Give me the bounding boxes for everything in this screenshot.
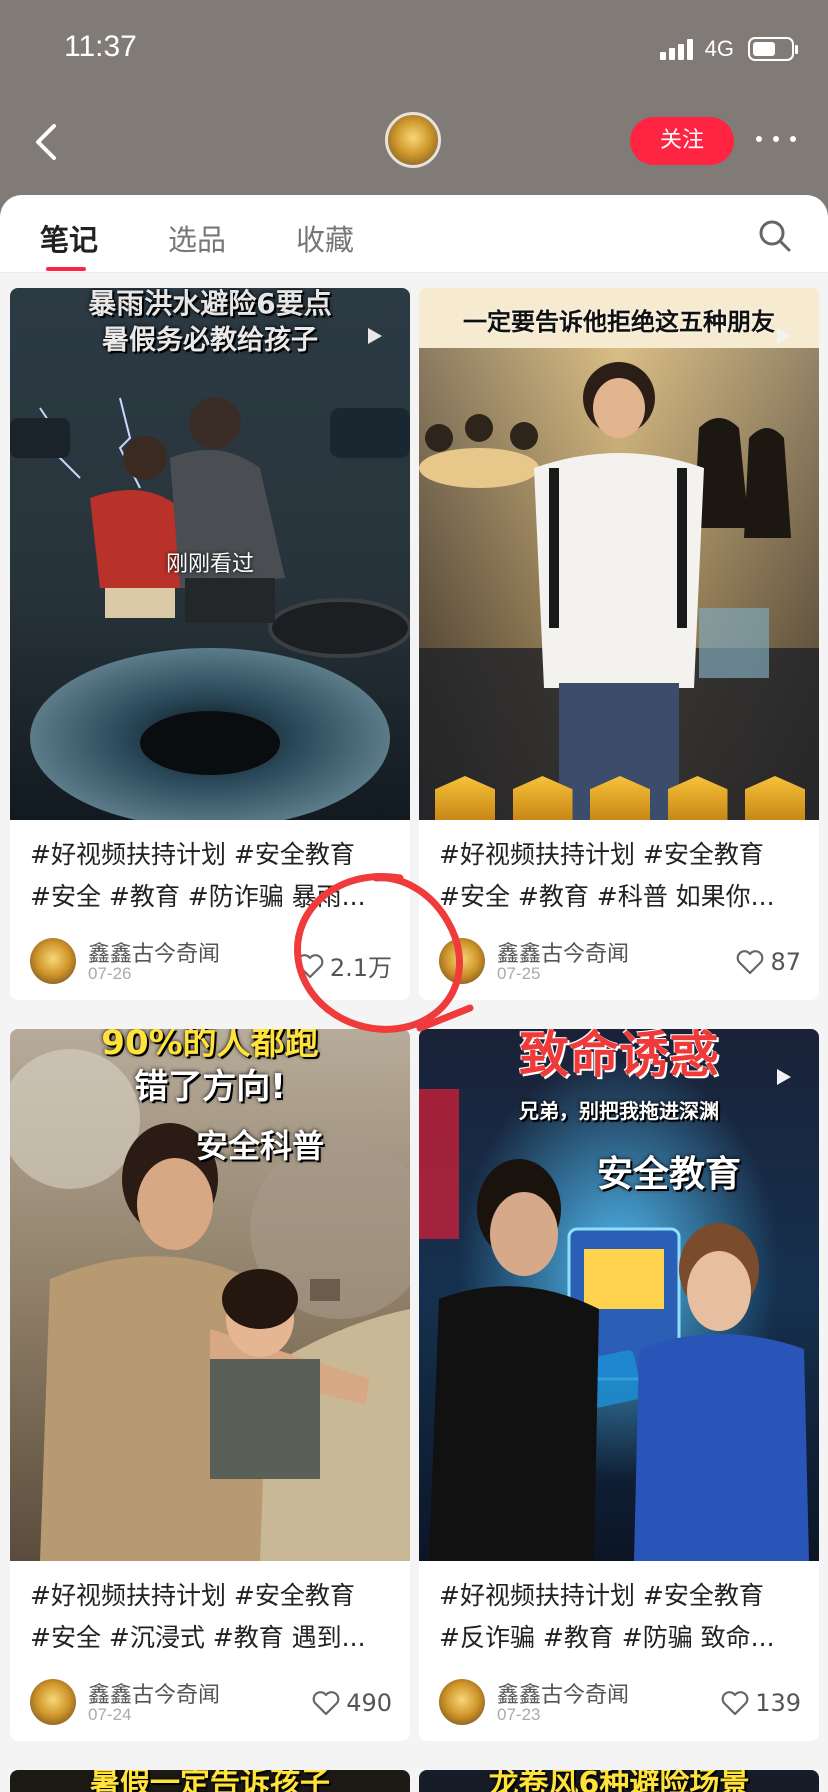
warning-sign-icon xyxy=(512,776,573,820)
battery-icon xyxy=(748,37,798,61)
status-indicators: 4G xyxy=(659,36,798,62)
note-title-line: #好视频扶持计划 #安全教育 xyxy=(30,840,355,869)
like-button[interactable]: 139 xyxy=(721,1689,801,1717)
active-tab-indicator xyxy=(46,267,86,271)
note-title[interactable]: #好视频扶持计划 #安全教育 #安全 #沉浸式 #教育 遇到... xyxy=(10,1561,410,1671)
note-card[interactable]: 龙卷风6种避险场景 xyxy=(419,1770,819,1792)
author-avatar[interactable] xyxy=(30,938,76,984)
search-icon xyxy=(759,220,791,252)
note-title-line: #好视频扶持计划 #安全教育 xyxy=(30,1581,355,1610)
follow-button[interactable]: 关注 xyxy=(630,117,734,165)
cover-subtitle: 暑假务必教给孩子 xyxy=(102,325,318,356)
note-meta: 鑫鑫古今奇闻 07-26 2.1万 xyxy=(10,930,410,1000)
note-card[interactable]: 暑假一定告诉孩子 xyxy=(10,1770,410,1792)
warning-sign-icon xyxy=(590,776,650,820)
note-meta: 鑫鑫古今奇闻 07-24 490 xyxy=(10,1671,410,1741)
back-button[interactable] xyxy=(28,120,68,164)
note-title-line: #安全 #教育 #防诈骗 暴雨... xyxy=(30,882,366,911)
like-button[interactable]: 490 xyxy=(312,1689,392,1717)
like-count: 2.1万 xyxy=(329,954,392,982)
note-card[interactable]: 一定要告诉他拒绝这五种朋友 #好视频扶持计划 #安全教育 #安全 #教育 #科普… xyxy=(419,288,819,1000)
note-cover[interactable]: 暴雨洪水避险6要点 暑假务必教给孩子 刚刚看过 xyxy=(10,288,410,820)
warning-signs-row xyxy=(435,776,805,820)
note-title[interactable]: #好视频扶持计划 #安全教育 #反诈骗 #教育 #防骗 致命... xyxy=(419,1561,819,1671)
note-title[interactable]: #好视频扶持计划 #安全教育 #安全 #教育 #科普 如果你... xyxy=(419,820,819,930)
more-options-icon[interactable] xyxy=(756,136,796,146)
status-time: 11:37 xyxy=(64,30,137,63)
note-cover[interactable]: 90%的人都跑 错了方向! 安全科普 xyxy=(10,1029,410,1561)
note-title-line: #好视频扶持计划 #安全教育 xyxy=(439,1581,764,1610)
corridor-scene-image xyxy=(419,288,819,820)
author-avatar[interactable] xyxy=(30,1679,76,1725)
recently-viewed-label: 刚刚看过 xyxy=(165,552,254,577)
like-count: 87 xyxy=(770,948,801,976)
warning-sign-icon xyxy=(745,776,805,820)
tab-notes[interactable]: 笔记 xyxy=(40,217,98,259)
author-avatar[interactable] xyxy=(439,1679,485,1725)
like-button[interactable]: 2.1万 xyxy=(296,948,392,983)
landslide-scene-image xyxy=(10,1029,410,1561)
note-title[interactable]: #好视频扶持计划 #安全教育 #安全 #教育 #防诈骗 暴雨... xyxy=(10,820,410,930)
cover-title: 暴雨洪水避险6要点 xyxy=(88,288,332,320)
heart-icon xyxy=(721,1691,749,1716)
warning-sign-icon xyxy=(435,776,495,820)
note-meta: 鑫鑫古今奇闻 07-23 139 xyxy=(419,1671,819,1741)
video-play-icon xyxy=(777,1069,791,1085)
post-date: 07-25 xyxy=(497,964,541,983)
cover-title: 龙卷风6种避险场景 xyxy=(488,1770,750,1792)
video-play-icon xyxy=(777,328,791,344)
chevron-left-icon xyxy=(36,124,56,160)
search-button[interactable] xyxy=(758,219,792,253)
cover-tag: 安全科普 xyxy=(195,1127,324,1165)
signal-icon xyxy=(659,38,693,60)
heart-icon xyxy=(312,1691,340,1716)
cover-title: 一定要告诉他拒绝这五种朋友 xyxy=(463,308,775,336)
heart-icon xyxy=(296,953,324,978)
like-count: 139 xyxy=(755,1689,801,1717)
like-count: 490 xyxy=(346,1689,392,1717)
note-cover[interactable]: 致命诱惑 兄弟，别把我拖进深渊 安全教育 xyxy=(419,1029,819,1561)
cover-subtitle: 错了方向! xyxy=(134,1067,286,1107)
note-title-line: #好视频扶持计划 #安全教育 xyxy=(439,840,764,869)
post-date: 07-26 xyxy=(88,964,132,983)
post-date: 07-23 xyxy=(497,1705,541,1724)
note-card[interactable]: 暴雨洪水避险6要点 暑假务必教给孩子 刚刚看过 #好视频扶持计划 #安全教育 #… xyxy=(10,288,410,1000)
note-title-line: #安全 #沉浸式 #教育 遇到... xyxy=(30,1623,366,1652)
note-title-line: #安全 #教育 #科普 如果你... xyxy=(439,882,775,911)
video-play-icon xyxy=(368,328,382,344)
note-cover[interactable]: 一定要告诉他拒绝这五种朋友 xyxy=(419,288,819,820)
heart-icon xyxy=(737,950,764,975)
note-card[interactable]: 90%的人都跑 错了方向! 安全科普 #好视频扶持计划 #安全教育 #安全 #沉… xyxy=(10,1029,410,1741)
author-avatar[interactable] xyxy=(439,938,485,984)
cover-tag: 安全教育 xyxy=(596,1154,741,1195)
cover-title: 致命诱惑 xyxy=(519,1029,719,1084)
note-title-line: #反诈骗 #教育 #防骗 致命... xyxy=(439,1623,775,1652)
post-date: 07-24 xyxy=(88,1705,132,1724)
tab-favorites[interactable]: 收藏 xyxy=(296,217,354,259)
like-button[interactable]: 87 xyxy=(736,948,801,976)
cover-title: 暑假一定告诉孩子 xyxy=(90,1770,330,1792)
note-meta: 鑫鑫古今奇闻 07-25 87 xyxy=(419,930,819,1000)
warning-sign-icon xyxy=(667,776,728,820)
avatar[interactable] xyxy=(385,112,441,168)
tab-bar: 笔记 选品 收藏 xyxy=(0,195,828,273)
cover-subtitle: 兄弟，别把我拖进深渊 xyxy=(519,1099,719,1123)
notes-feed: 暴雨洪水避险6要点 暑假务必教给孩子 刚刚看过 #好视频扶持计划 #安全教育 #… xyxy=(0,273,828,1792)
network-type: 4G xyxy=(704,36,734,61)
tab-products[interactable]: 选品 xyxy=(168,217,226,259)
note-card[interactable]: 致命诱惑 兄弟，别把我拖进深渊 安全教育 #好视频扶持计划 #安全教育 #反诈骗… xyxy=(419,1029,819,1741)
